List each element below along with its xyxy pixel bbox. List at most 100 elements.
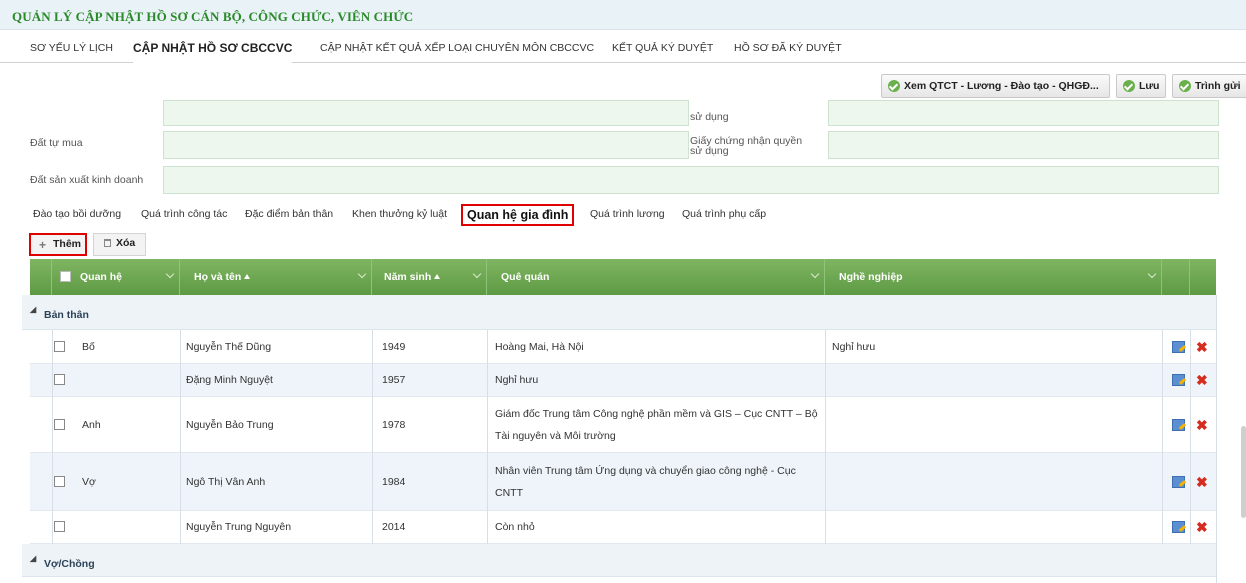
table-row[interactable]: Bố Nguyễn Thế Dũng 1949 Hoàng Mai, Hà Nộ… <box>30 330 1216 364</box>
column-divider <box>180 330 181 544</box>
collapse-triangle-icon[interactable]: ◢ <box>30 554 36 563</box>
land-business-input[interactable] <box>163 166 1219 194</box>
table-row[interactable]: Vợ Ngô Thị Vân Anh 1984 Nhân viên Trung … <box>30 453 1216 511</box>
table-row[interactable]: Nguyễn Trung Nguyên 2014 Còn nhỏ ✖ <box>30 511 1216 544</box>
vertical-scrollbar[interactable] <box>1241 426 1246 518</box>
delete-icon[interactable]: ✖ <box>1196 475 1208 489</box>
column-ho-va-ten[interactable]: Họ và tên <box>180 259 372 295</box>
delete-icon[interactable]: ✖ <box>1196 373 1208 387</box>
column-divider <box>372 330 373 544</box>
header-spacer <box>30 259 52 295</box>
edit-icon[interactable] <box>1172 374 1185 386</box>
tab-so-yeu-ly-lich[interactable]: SƠ YẾU LÝ LỊCH <box>30 33 113 63</box>
cell-name: Đặng Minh Nguyệt <box>186 374 273 386</box>
row-checkbox[interactable] <box>54 419 65 430</box>
delete-label: Xóa <box>116 237 136 249</box>
cell-birth-year: 1957 <box>382 374 406 386</box>
asset-form: sử dụng Đất tự mua Giấy chứng nhận quyền… <box>0 100 1246 196</box>
chevron-down-icon[interactable] <box>1147 269 1157 279</box>
column-nam-sinh[interactable]: Năm sinh <box>372 259 487 295</box>
subtab-dao-tao[interactable]: Đào tạo bồi dưỡng <box>33 208 121 220</box>
tab-cap-nhat-ket-qua-xep-loai[interactable]: CẬP NHẬT KẾT QUẢ XẾP LOẠI CHUYÊN MÔN CBC… <box>320 33 594 63</box>
certificate-label-line2: sử dụng <box>690 145 729 157</box>
cell-hometown-line1: Giám đốc Trung tâm Công nghệ phần mềm và… <box>495 407 818 420</box>
add-label: Thêm <box>53 238 82 250</box>
column-nam-sinh-label: Năm sinh <box>384 271 432 283</box>
subtab-quan-he-gia-dinh[interactable]: Quan hệ gia đình <box>461 204 575 226</box>
row-checkbox[interactable] <box>54 374 65 385</box>
row-checkbox[interactable] <box>54 521 65 532</box>
subtab-qua-trinh-luong[interactable]: Quá trình lương <box>590 208 665 220</box>
page-title: QUẢN LÝ CẬP NHẬT HỒ SƠ CÁN BỘ, CÔNG CHỨC… <box>12 9 414 24</box>
tab-ket-qua-ky-duyet[interactable]: KẾT QUẢ KÝ DUYỆT <box>612 33 713 63</box>
column-que-quan-label: Quê quán <box>501 271 550 283</box>
row-checkbox[interactable] <box>54 341 65 352</box>
delete-icon[interactable]: ✖ <box>1196 520 1208 534</box>
row-checkbox[interactable] <box>54 476 65 487</box>
edit-icon[interactable] <box>1172 521 1185 533</box>
delete-button[interactable]: Xóa <box>93 233 146 256</box>
collapse-triangle-icon[interactable]: ◢ <box>30 305 36 314</box>
chevron-down-icon[interactable] <box>165 269 175 279</box>
trash-icon <box>104 239 111 247</box>
column-divider <box>1216 295 1217 583</box>
column-nghe-nghiep-label: Nghề nghiệp <box>839 271 903 283</box>
certificate-input[interactable] <box>828 131 1219 159</box>
subtab-qua-trinh-phu-cap[interactable]: Quá trình phụ cấp <box>682 208 766 220</box>
land-business-label: Đất sản xuất kinh doanh <box>30 174 144 186</box>
sub-tab-bar: Đào tạo bồi dưỡng Quá trình công tác Đặc… <box>0 202 1246 228</box>
partial-field-left[interactable] <box>163 100 689 126</box>
save-button[interactable]: Lưu <box>1116 74 1166 98</box>
column-quan-he-label: Quan hệ <box>80 271 123 283</box>
cell-occupation: Nghỉ hưu <box>832 340 876 353</box>
column-nghe-nghiep[interactable]: Nghề nghiệp <box>825 259 1162 295</box>
column-divider <box>52 330 53 544</box>
subtab-dac-diem-ban-than[interactable]: Đặc điểm bản thân <box>245 208 333 220</box>
group-row-vo-chong[interactable]: ◢ Vợ/Chồng <box>22 544 1216 577</box>
group-row-ban-than[interactable]: ◢ Bản thân <box>22 295 1216 330</box>
submit-label: Trình gửi <box>1195 80 1241 92</box>
land-bought-label: Đất tự mua <box>30 137 83 149</box>
cell-relation: Vợ <box>82 475 96 488</box>
land-bought-input[interactable] <box>163 131 689 159</box>
column-que-quan[interactable]: Quê quán <box>487 259 825 295</box>
cell-hometown: Còn nhỏ <box>495 521 535 533</box>
cell-name: Nguyễn Bảo Trung <box>186 418 274 431</box>
check-circle-icon <box>1123 80 1135 92</box>
table-row[interactable]: Đặng Minh Nguyệt 1957 Nghỉ hưu ✖ <box>30 364 1216 397</box>
grid-header: Quan hệ Họ và tên Năm sinh Quê quán Nghề… <box>30 259 1216 295</box>
check-circle-icon <box>888 80 900 92</box>
edit-icon[interactable] <box>1172 419 1185 431</box>
submit-button[interactable]: Trình gửi <box>1172 74 1246 98</box>
edit-icon[interactable] <box>1172 476 1185 488</box>
column-edit <box>1162 259 1190 295</box>
cell-name: Ngô Thị Vân Anh <box>186 475 266 488</box>
sort-asc-icon <box>244 274 251 279</box>
cell-hometown-line2: Tài nguyên và Môi trường <box>495 429 616 442</box>
chevron-down-icon[interactable] <box>810 269 820 279</box>
view-summary-label: Xem QTCT - Lương - Đào tạo - QHGĐ... <box>904 80 1099 92</box>
column-divider <box>825 330 826 544</box>
column-divider <box>1162 330 1163 544</box>
cell-relation: Bố <box>82 340 95 353</box>
cell-name: Nguyễn Trung Nguyên <box>186 521 292 533</box>
view-summary-button[interactable]: Xem QTCT - Lương - Đào tạo - QHGĐ... <box>881 74 1110 98</box>
table-row-partial <box>30 577 1216 583</box>
subtab-khen-thuong[interactable]: Khen thưởng kỷ luật <box>352 208 447 220</box>
app-window: QUẢN LÝ CẬP NHẬT HỒ SƠ CÁN BỘ, CÔNG CHỨC… <box>0 0 1246 583</box>
partial-field-right[interactable] <box>828 100 1219 126</box>
select-all-checkbox[interactable] <box>60 271 71 282</box>
edit-icon[interactable] <box>1172 341 1185 353</box>
chevron-down-icon[interactable] <box>472 269 482 279</box>
subtab-qua-trinh-cong-tac[interactable]: Quá trình công tác <box>141 208 227 220</box>
delete-icon[interactable]: ✖ <box>1196 340 1208 354</box>
column-ho-va-ten-label: Họ và tên <box>194 271 242 283</box>
chevron-down-icon[interactable] <box>357 269 367 279</box>
tab-ho-so-da-ky-duyet[interactable]: HỒ SƠ ĐÃ KÝ DUYỆT <box>734 33 842 63</box>
delete-icon[interactable]: ✖ <box>1196 418 1208 432</box>
tab-cap-nhat-ho-so[interactable]: CẬP NHẬT HỒ SƠ CBCCVC <box>133 33 293 63</box>
table-row[interactable]: Anh Nguyễn Bảo Trung 1978 Giám đốc Trung… <box>30 397 1216 453</box>
cell-hometown: Nhân viên Trung tâm Ứng dụng và chuyển g… <box>495 453 831 510</box>
add-button[interactable]: + Thêm <box>29 233 87 256</box>
column-quan-he[interactable]: Quan hệ <box>52 259 180 295</box>
